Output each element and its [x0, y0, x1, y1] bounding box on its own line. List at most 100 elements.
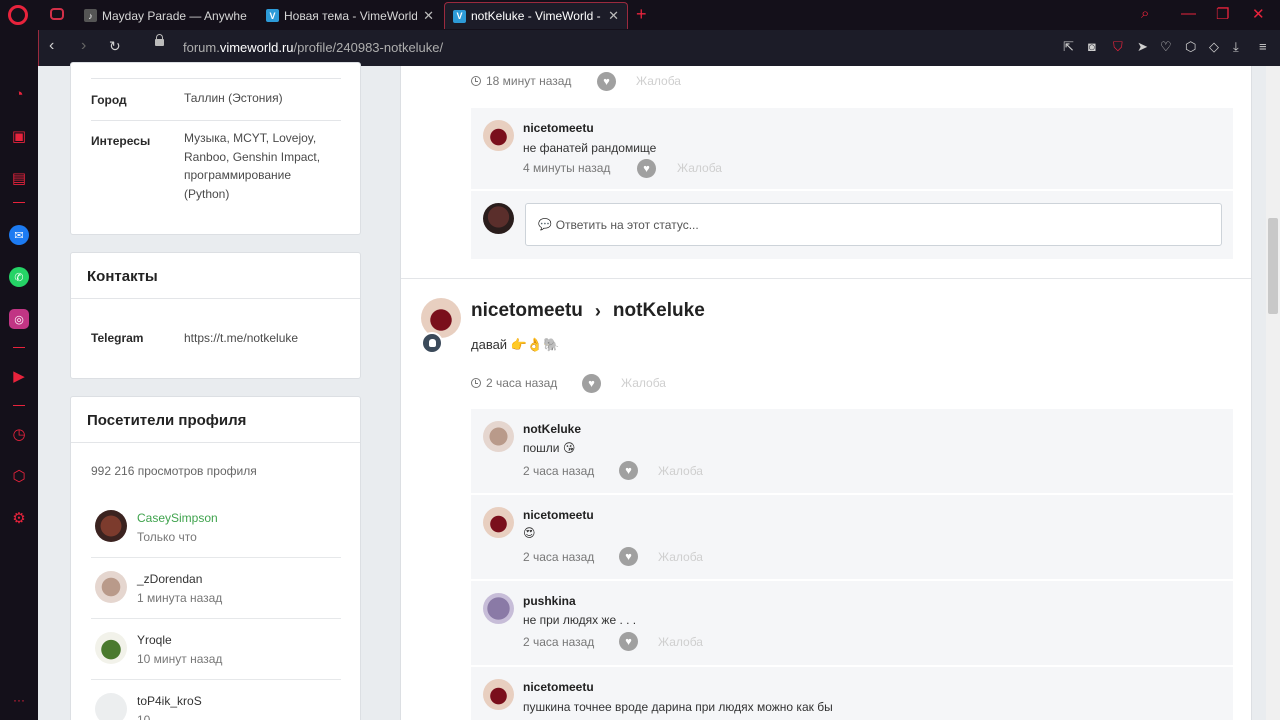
reply-author[interactable]: pushkina — [523, 594, 576, 608]
send-icon[interactable]: ➤ — [1137, 39, 1148, 55]
twitch-icon[interactable]: ▤ — [9, 168, 29, 188]
new-tab-button[interactable]: + — [636, 4, 647, 25]
avatar[interactable] — [483, 593, 514, 624]
heart-icon[interactable]: ♡ — [1160, 39, 1172, 55]
visitor-item[interactable]: toP4ik_kroS 10 — [71, 680, 360, 720]
visitor-item[interactable]: Yroqle 10 минут назад — [71, 619, 360, 680]
clock-icon — [471, 76, 481, 86]
tab-mayday-parade[interactable]: ♪ Mayday Parade — Anywhe — [76, 2, 256, 29]
whatsapp-icon[interactable]: ✆ — [9, 267, 29, 287]
visitor-name[interactable]: CaseySimpson — [137, 511, 218, 525]
settings-icon[interactable]: ⚙ — [9, 508, 29, 528]
reply-text: пошли 😘 — [523, 441, 576, 455]
cube-icon[interactable]: ◇ — [1209, 39, 1219, 55]
instagram-icon[interactable]: ◎ — [9, 309, 29, 329]
reload-icon[interactable]: ↻ — [109, 38, 121, 55]
download-icon[interactable]: ⤓ — [1233, 39, 1239, 55]
like-heart-icon[interactable]: ♥ — [619, 461, 638, 480]
status-time: 2 часа назад — [471, 376, 557, 390]
reply-author[interactable]: notKeluke — [523, 422, 581, 436]
speed-dial-icon[interactable]: ◔ — [9, 84, 29, 104]
opera-logo-icon[interactable] — [8, 5, 28, 25]
reply-item: nicetomeetu пушкина точнее вроде дарина … — [471, 667, 1233, 720]
report-link[interactable]: Жалоба — [621, 376, 666, 390]
menu-icon[interactable]: ≡ — [1259, 39, 1267, 54]
reply-item: pushkina не при людях же . . . 2 часа на… — [471, 581, 1233, 665]
opera-sidebar: ◔ ▣ ▤ ✉ ✆ ◎ ▶ ◷ ⬡ ⚙ ··· — [0, 30, 38, 720]
reply-input[interactable]: 💬 Ответить на этот статус... — [525, 203, 1222, 246]
avatar[interactable] — [483, 679, 514, 710]
like-heart-icon[interactable]: ♥ — [637, 159, 656, 178]
player-icon[interactable]: ▶ — [9, 366, 29, 386]
reply-item: nicetomeetu 😍 2 часа назад ♥ Жалоба — [471, 495, 1233, 579]
status-text: давай 👉👌🐘 — [471, 337, 560, 352]
avatar[interactable] — [95, 632, 127, 664]
restore-icon[interactable]: ❐ — [1216, 5, 1229, 23]
visitor-time: 10 — [137, 713, 151, 720]
minimize-icon[interactable]: — — [1181, 5, 1196, 22]
page-scrollbar[interactable] — [1266, 66, 1280, 720]
back-icon[interactable]: ‹ — [49, 37, 54, 55]
reply-author[interactable]: nicetomeetu — [523, 121, 594, 135]
forward-icon[interactable]: › — [81, 37, 86, 55]
contacts-card: Контакты Telegram https://t.me/notkeluke — [70, 252, 361, 379]
report-link[interactable]: Жалоба — [677, 161, 722, 175]
visitors-title: Посетители профиля — [87, 412, 247, 429]
like-heart-icon[interactable]: ♥ — [597, 72, 616, 91]
telegram-link[interactable]: https://t.me/notkeluke — [184, 329, 354, 348]
arrow-right-icon: › — [594, 300, 601, 321]
avatar[interactable] — [95, 571, 127, 603]
report-link[interactable]: Жалоба — [658, 464, 703, 478]
cube-icon[interactable]: ⬡ — [9, 466, 29, 486]
tab-strip: ♪ Mayday Parade — Anywhe V Новая тема - … — [0, 0, 1280, 30]
share-icon[interactable]: ⇱ — [1063, 39, 1074, 55]
status-author-link[interactable]: nicetomeetu — [471, 300, 583, 322]
like-heart-icon[interactable]: ♥ — [619, 632, 638, 651]
visitor-name[interactable]: _zDorendan — [137, 572, 202, 586]
url-field[interactable]: forum.vimeworld.ru/profile/240983-notkel… — [183, 40, 443, 55]
reply-text: не при людях же . . . — [523, 613, 637, 627]
report-link[interactable]: Жалоба — [636, 74, 681, 88]
close-tab-icon[interactable]: ✕ — [423, 8, 434, 24]
avatar[interactable] — [483, 120, 514, 151]
reply-author[interactable]: nicetomeetu — [523, 680, 594, 694]
contacts-title: Контакты — [87, 268, 158, 285]
more-icon[interactable]: ··· — [9, 690, 29, 710]
camera-icon[interactable]: ◙ — [1088, 39, 1096, 54]
visitor-name[interactable]: Yroqle — [137, 633, 172, 647]
like-heart-icon[interactable]: ♥ — [619, 547, 638, 566]
report-link[interactable]: Жалоба — [658, 550, 703, 564]
report-link[interactable]: Жалоба — [658, 635, 703, 649]
city-value: Таллин (Эстония) — [184, 91, 283, 105]
lock-icon — [155, 34, 164, 46]
visitor-item[interactable]: _zDorendan 1 минута назад — [71, 558, 360, 619]
avatar[interactable] — [483, 421, 514, 452]
like-heart-icon[interactable]: ♥ — [582, 374, 601, 393]
extensions-icon[interactable]: ⬡ — [1185, 39, 1196, 55]
status-header: nicetomeetu › notKeluke — [471, 300, 705, 322]
avatar — [483, 203, 514, 234]
gamepad-icon[interactable] — [50, 8, 64, 20]
history-icon[interactable]: ◷ — [9, 424, 29, 444]
tab-notkeluke[interactable]: V notKeluke - VimeWorld - Ф ✕ — [444, 2, 628, 29]
scrollbar-thumb[interactable] — [1268, 218, 1278, 314]
status-time: 18 минут назад — [471, 74, 571, 88]
avatar[interactable] — [483, 507, 514, 538]
briefcase-icon[interactable]: ▣ — [9, 126, 29, 146]
close-tab-icon[interactable]: ✕ — [608, 8, 619, 24]
messenger-icon[interactable]: ✉ — [9, 225, 29, 245]
reply-author[interactable]: nicetomeetu — [523, 508, 594, 522]
adblock-shield-icon[interactable]: ⛉ — [1113, 39, 1123, 55]
visitor-item[interactable]: CaseySimpson Только что — [71, 497, 360, 558]
avatar[interactable] — [95, 510, 127, 542]
search-tabs-icon[interactable]: ⌕ — [1141, 5, 1149, 22]
tab-new-topic[interactable]: V Новая тема - VimeWorld ✕ — [258, 2, 442, 29]
status-target-link[interactable]: notKeluke — [613, 300, 705, 322]
visitor-name[interactable]: toP4ik_kroS — [137, 694, 202, 708]
reply-time: 2 часа назад — [523, 464, 595, 478]
clock-icon — [471, 378, 481, 388]
visitors-card: Посетители профиля 992 216 просмотров пр… — [70, 396, 361, 720]
avatar[interactable] — [95, 693, 127, 720]
reply-list: notKeluke пошли 😘 2 часа назад ♥ Жалоба … — [471, 409, 1233, 720]
close-window-icon[interactable]: ✕ — [1252, 5, 1265, 23]
